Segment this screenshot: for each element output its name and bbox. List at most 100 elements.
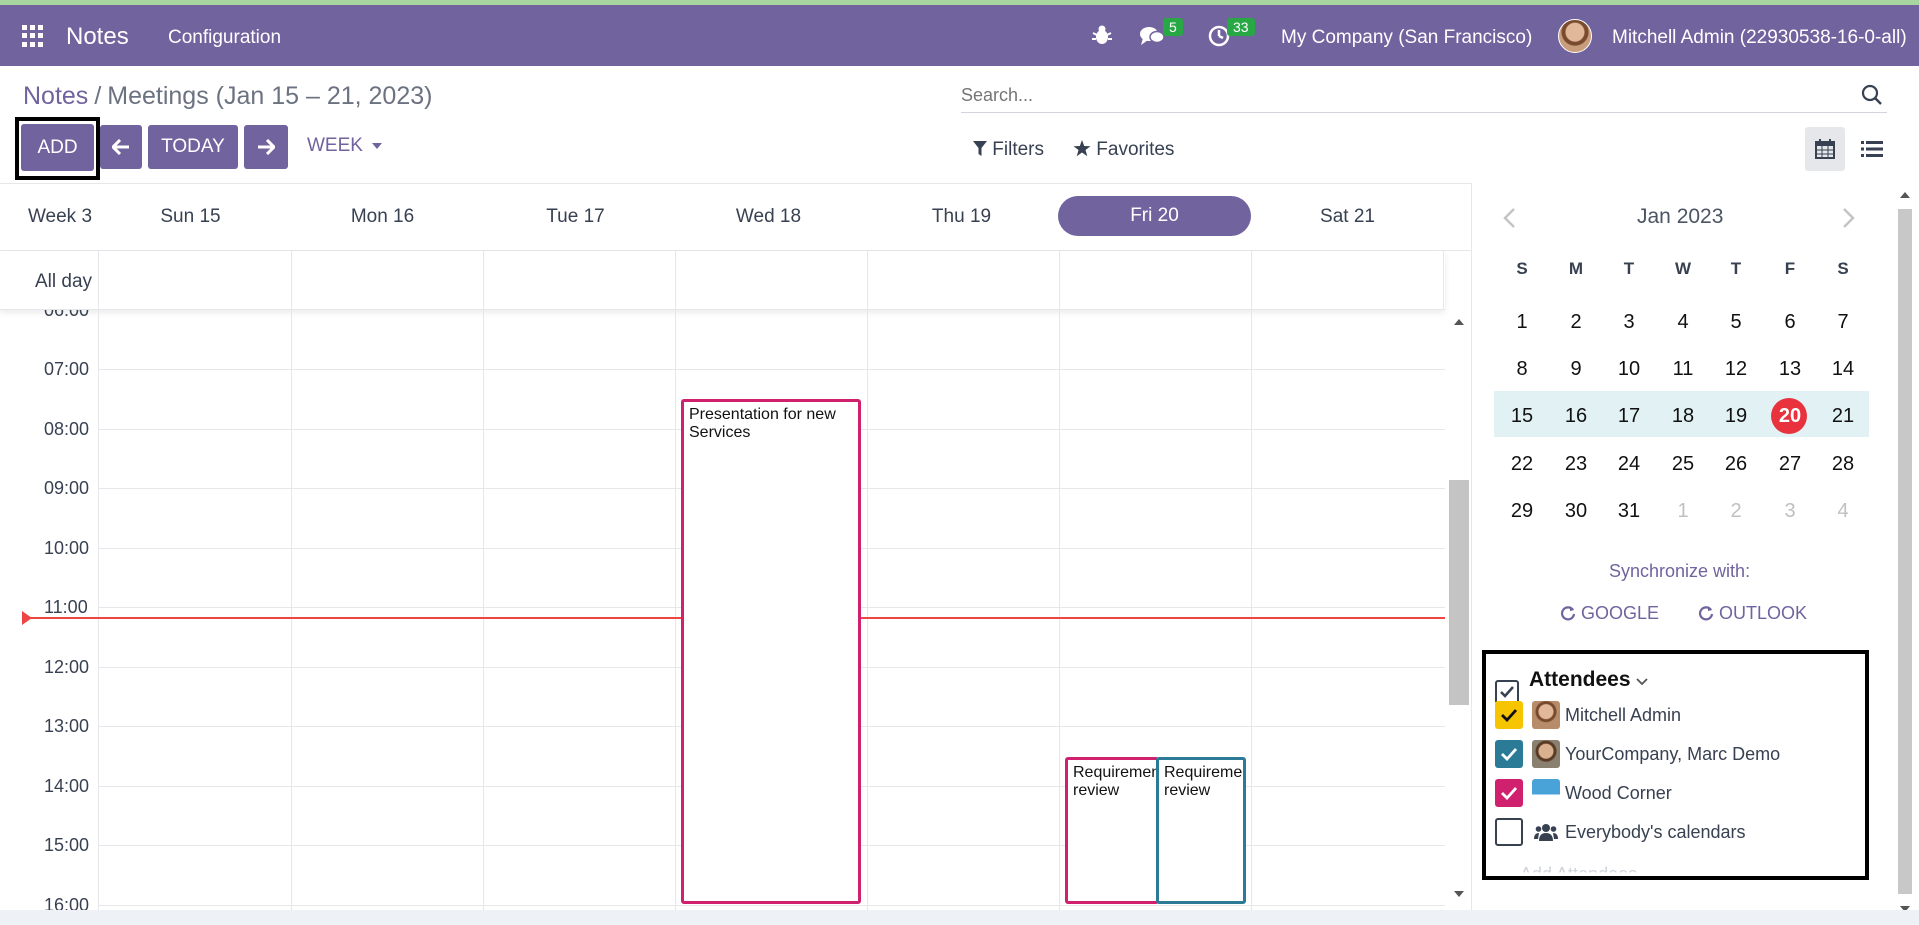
- check-icon: [1501, 786, 1517, 800]
- sidebar-scrollbar[interactable]: [1893, 183, 1917, 925]
- time-grid-scrollbar[interactable]: [1447, 310, 1471, 910]
- mini-day[interactable]: 14: [1823, 358, 1863, 381]
- day-header-mon[interactable]: Mon 16: [290, 184, 475, 250]
- mini-day[interactable]: 12: [1716, 358, 1756, 381]
- mini-day[interactable]: 1: [1663, 500, 1703, 523]
- mini-day[interactable]: 2: [1556, 311, 1596, 334]
- mini-day[interactable]: 29: [1502, 500, 1542, 523]
- day-header-thu[interactable]: Thu 19: [869, 184, 1054, 250]
- apps-menu-icon[interactable]: [22, 25, 44, 47]
- favorites-button[interactable]: Favorites: [1073, 139, 1174, 161]
- mini-day[interactable]: 25: [1663, 453, 1703, 476]
- mini-day[interactable]: 28: [1823, 453, 1863, 476]
- add-button[interactable]: ADD: [21, 124, 94, 171]
- attendees-title[interactable]: Attendees: [1529, 668, 1649, 692]
- mini-day[interactable]: 8: [1502, 358, 1542, 381]
- mini-day[interactable]: 3: [1770, 500, 1810, 523]
- next-button[interactable]: [244, 125, 288, 169]
- mini-day[interactable]: 9: [1556, 358, 1596, 381]
- scale-dropdown[interactable]: WEEK: [307, 135, 383, 157]
- mini-day[interactable]: 1: [1502, 311, 1542, 334]
- day-header-tue[interactable]: Tue 17: [483, 184, 668, 250]
- breadcrumb-parent[interactable]: Notes: [23, 82, 88, 110]
- mini-day[interactable]: 5: [1716, 311, 1756, 334]
- mini-day[interactable]: 6: [1770, 311, 1810, 334]
- attendee-checkbox-marc[interactable]: [1495, 740, 1523, 768]
- calendar-sidebar: Jan 2023 S M T W T F S 1 2 3 4 5 6 7 8 9…: [1471, 183, 1919, 925]
- users-icon: [1534, 824, 1558, 841]
- chat-icon[interactable]: [1139, 25, 1165, 47]
- mini-day[interactable]: 19: [1716, 405, 1756, 428]
- app-name[interactable]: Notes: [66, 23, 129, 51]
- mini-day[interactable]: 16: [1556, 405, 1596, 428]
- search-icon[interactable]: [1861, 84, 1883, 106]
- mini-day[interactable]: 10: [1609, 358, 1649, 381]
- mini-day[interactable]: 11: [1663, 358, 1703, 381]
- mini-day[interactable]: 31: [1609, 500, 1649, 523]
- user-avatar[interactable]: [1558, 19, 1592, 53]
- hour-label: 10:00: [44, 538, 90, 558]
- check-icon: [1501, 708, 1517, 722]
- arrow-right-icon: [258, 139, 275, 155]
- list-view-button[interactable]: [1852, 127, 1892, 171]
- event-presentation-new-services[interactable]: Presentation for new Services: [681, 399, 861, 904]
- search-input[interactable]: [961, 80, 1841, 110]
- user-menu[interactable]: Mitchell Admin (22930538-16-0-all): [1612, 27, 1907, 49]
- mini-day[interactable]: 27: [1770, 453, 1810, 476]
- event-requirements-review[interactable]: Requirements review: [1156, 757, 1246, 904]
- scroll-down-icon[interactable]: [1453, 890, 1465, 898]
- filters-label: Filters: [992, 139, 1045, 160]
- mini-day[interactable]: 2: [1716, 500, 1756, 523]
- event-requirements-review[interactable]: Requirements review: [1065, 757, 1159, 904]
- search-bar: [961, 80, 1887, 113]
- sync-google-button[interactable]: GOOGLE: [1560, 603, 1659, 624]
- day-header-fri-today[interactable]: Fri 20: [1058, 196, 1251, 236]
- mini-day-today[interactable]: 20: [1770, 405, 1810, 428]
- day-header-wed[interactable]: Wed 18: [676, 184, 861, 250]
- sync-outlook-button[interactable]: OUTLOOK: [1698, 603, 1807, 624]
- today-button[interactable]: TODAY: [148, 125, 238, 169]
- mini-day[interactable]: 7: [1823, 311, 1863, 334]
- mini-day[interactable]: 4: [1823, 500, 1863, 523]
- mini-day[interactable]: 17: [1609, 405, 1649, 428]
- mini-day[interactable]: 18: [1663, 405, 1703, 428]
- calendar-view-button[interactable]: [1805, 127, 1845, 171]
- mini-prev-month-icon[interactable]: [1502, 207, 1516, 229]
- allday-row[interactable]: All day: [0, 251, 1445, 310]
- mini-day[interactable]: 24: [1609, 453, 1649, 476]
- star-icon: [1073, 140, 1091, 157]
- mini-day[interactable]: 23: [1556, 453, 1596, 476]
- day-header-sat[interactable]: Sat 21: [1255, 184, 1440, 250]
- scroll-thumb[interactable]: [1449, 480, 1469, 705]
- filters-button[interactable]: Filters: [973, 139, 1044, 161]
- hour-label: 11:00: [44, 597, 88, 617]
- sync-outlook-label: OUTLOOK: [1719, 603, 1808, 623]
- scroll-up-icon[interactable]: [1453, 318, 1465, 326]
- mini-day[interactable]: 3: [1609, 311, 1649, 334]
- hour-label: 08:00: [44, 419, 90, 439]
- bug-icon[interactable]: [1091, 23, 1113, 47]
- attendees-title-label: Attendees: [1529, 668, 1631, 691]
- attendee-checkbox-mitchell[interactable]: [1495, 701, 1523, 729]
- mini-day[interactable]: 13: [1770, 358, 1810, 381]
- scroll-up-icon[interactable]: [1899, 191, 1911, 199]
- previous-button[interactable]: [100, 125, 142, 169]
- attendee-name: Everybody's calendars: [1565, 822, 1746, 842]
- mini-day[interactable]: 4: [1663, 311, 1703, 334]
- mini-weekday: S: [1837, 259, 1849, 278]
- attendee-checkbox-wood-corner[interactable]: [1495, 779, 1523, 807]
- mini-day[interactable]: 15: [1502, 405, 1542, 428]
- company-switcher[interactable]: My Company (San Francisco): [1281, 27, 1532, 49]
- mini-day[interactable]: 30: [1556, 500, 1596, 523]
- navbar: Notes Configuration 5 33 My Company (San…: [0, 5, 1919, 66]
- mini-next-month-icon[interactable]: [1842, 207, 1856, 229]
- menu-configuration[interactable]: Configuration: [168, 27, 281, 49]
- scroll-thumb[interactable]: [1898, 209, 1912, 894]
- mini-day[interactable]: 22: [1502, 453, 1542, 476]
- mini-day[interactable]: 21: [1823, 405, 1863, 428]
- day-header-sun[interactable]: Sun 15: [98, 184, 283, 250]
- time-grid[interactable]: 06:00 07:00 08:00 09:00 10:00 11:00 12:0…: [0, 310, 1445, 910]
- attendee-checkbox-everybody[interactable]: [1495, 818, 1523, 846]
- check-icon: [1500, 686, 1514, 698]
- mini-day[interactable]: 26: [1716, 453, 1756, 476]
